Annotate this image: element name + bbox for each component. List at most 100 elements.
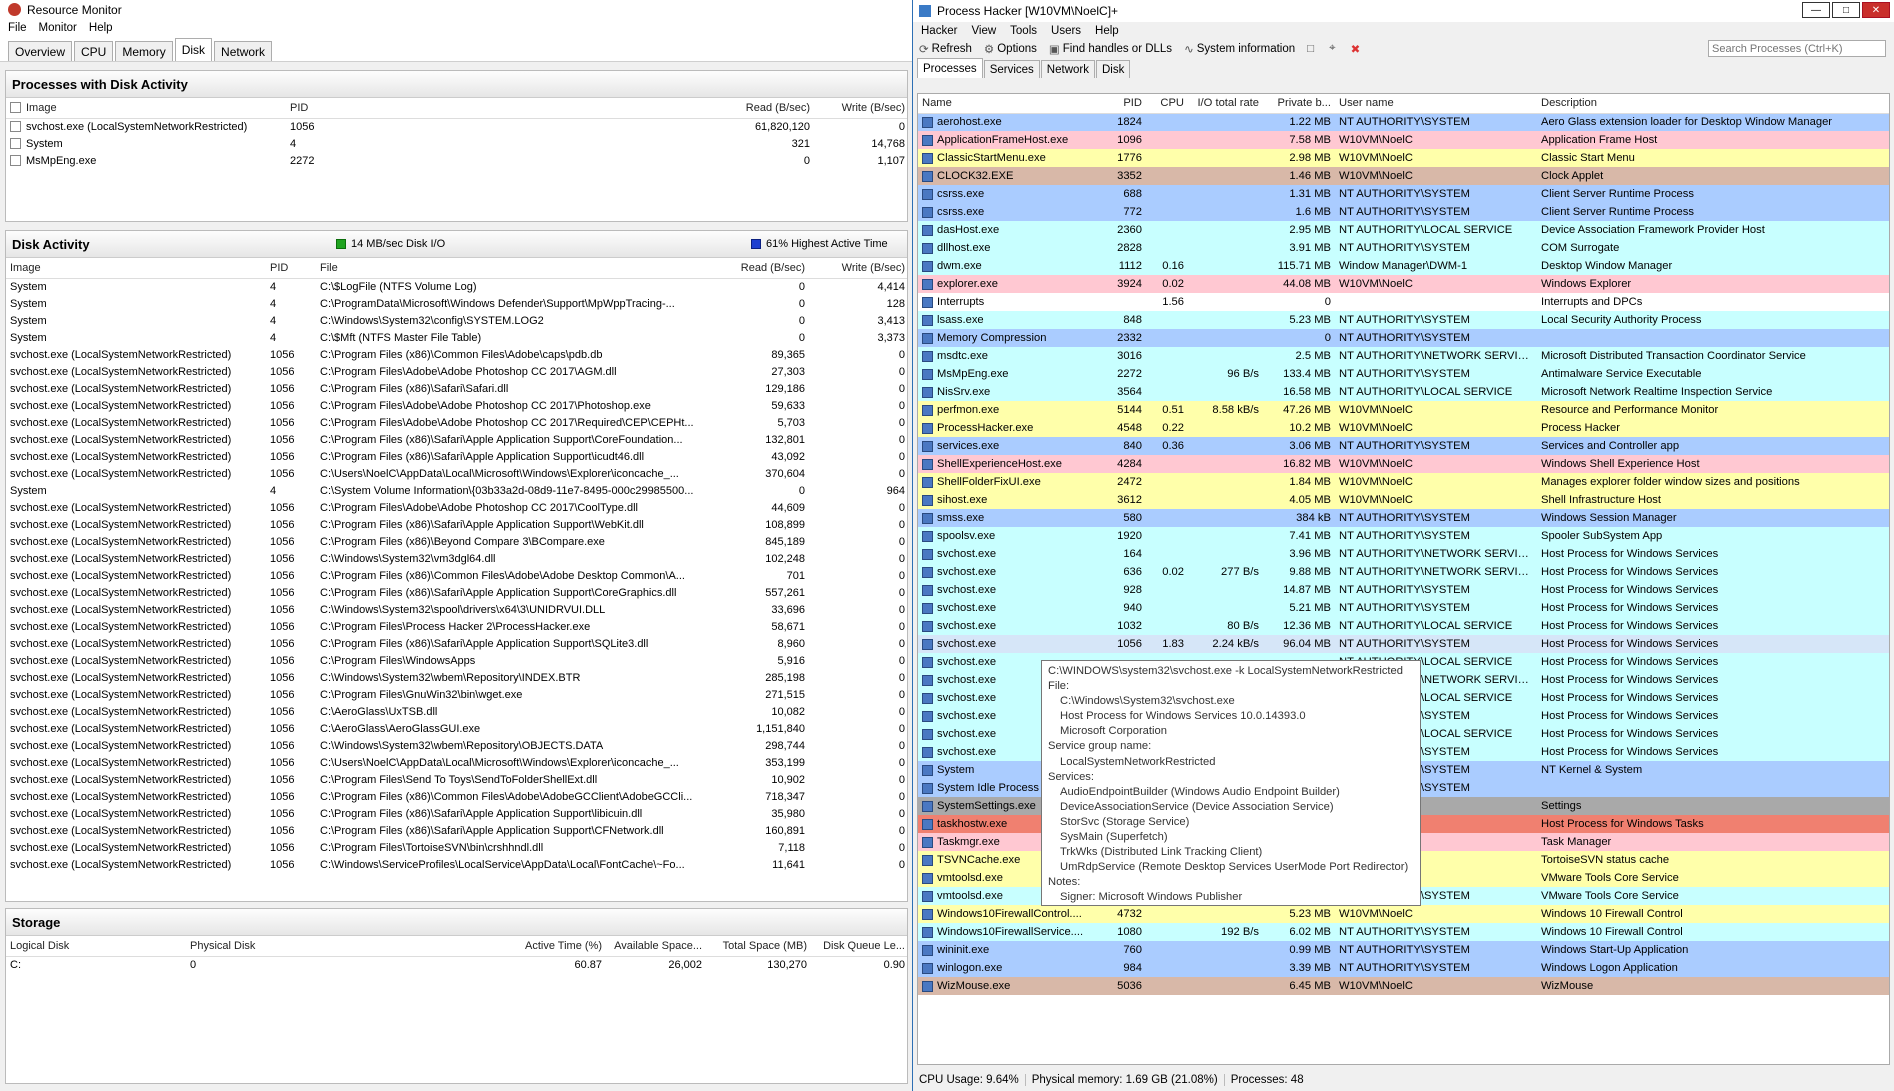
col-user-name[interactable]: User name bbox=[1335, 94, 1537, 114]
tab-overview[interactable]: Overview bbox=[8, 41, 73, 61]
process-row[interactable]: NisSrv.exe 3564 16.58 MB NT AUTHORITY\LOCAL… bbox=[918, 383, 1889, 401]
menu-tools[interactable]: Tools bbox=[1010, 25, 1037, 37]
process-row[interactable]: Windows10FirewallControl.... 4732 5.23 MB W… bbox=[918, 905, 1889, 923]
process-row[interactable]: MsMpEng.exe 2272 96 B/s 133.4 MB NT AUTHORIT… bbox=[918, 365, 1889, 383]
process-row[interactable]: sihost.exe 3612 4.05 MB W10VM\NoelC Shell In… bbox=[918, 491, 1889, 509]
col-private-bytes[interactable]: Private b... bbox=[1263, 94, 1335, 114]
close-button[interactable]: ✕ bbox=[1862, 2, 1890, 18]
process-row[interactable]: services.exe 840 0.36 3.06 MB NT AUTHORITY\S… bbox=[918, 437, 1889, 455]
table-row[interactable]: svchost.exe (LocalSystemNetworkRestricte… bbox=[6, 652, 907, 669]
find-handles-button[interactable]: ▣ Find handles or DLLs bbox=[1049, 42, 1172, 56]
col-active-time[interactable]: Active Time (%) bbox=[506, 936, 606, 957]
disk-panel-header[interactable]: Disk Activity 14 MB/sec Disk I/O 61% Hig… bbox=[6, 231, 907, 258]
col-write[interactable]: Write (B/sec) bbox=[809, 258, 907, 279]
menu-hacker[interactable]: Hacker bbox=[921, 25, 957, 37]
process-row[interactable]: CLOCK32.EXE 3352 1.46 MB W10VM\NoelC Clock A… bbox=[918, 167, 1889, 185]
table-row[interactable]: svchost.exe (LocalSystemNetworkRestricte… bbox=[6, 686, 907, 703]
table-row[interactable]: svchost.exe (LocalSystemNetworkRestricte… bbox=[6, 363, 907, 380]
table-row[interactable]: svchost.exe (LocalSystemNetworkRestricte… bbox=[6, 635, 907, 652]
table-row[interactable]: svchost.exe (LocalSystemNetworkRestricte… bbox=[6, 431, 907, 448]
process-row[interactable]: WizMouse.exe 5036 6.45 MB W10VM\NoelC WizMou… bbox=[918, 977, 1889, 995]
tab-services[interactable]: Services bbox=[983, 60, 1040, 78]
refresh-button[interactable]: ⟳ Refresh bbox=[919, 42, 972, 56]
table-row[interactable]: svchost.exe (LocalSystemNetworkRestricte… bbox=[6, 465, 907, 482]
table-row[interactable]: svchost.exe (LocalSystemNetworkRestricte… bbox=[6, 737, 907, 754]
storage-panel-header[interactable]: Storage bbox=[6, 909, 907, 936]
process-row[interactable]: svchost.exe 940 5.21 MB NT AUTHORITY\SYSTEM… bbox=[918, 599, 1889, 617]
col-io-rate[interactable]: I/O total rate bbox=[1188, 94, 1263, 114]
table-row[interactable]: svchost.exe (LocalSystemNetworkRestricte… bbox=[6, 839, 907, 856]
process-row[interactable]: ShellExperienceHost.exe 4284 16.82 MB W10VM… bbox=[918, 455, 1889, 473]
col-logical-disk[interactable]: Logical Disk bbox=[6, 936, 186, 957]
process-row[interactable]: Interrupts 1.56 0 Interrupts and DPCs bbox=[918, 293, 1889, 311]
col-available-space[interactable]: Available Space... bbox=[606, 936, 706, 957]
table-row[interactable]: svchost.exe (LocalSystemNetworkRestricte… bbox=[6, 771, 907, 788]
col-physical-disk[interactable]: Physical Disk bbox=[186, 936, 506, 957]
process-row[interactable]: smss.exe 580 384 kB NT AUTHORITY\SYSTEM Wind… bbox=[918, 509, 1889, 527]
options-button[interactable]: ⚙ Options bbox=[984, 42, 1037, 56]
table-row[interactable]: svchost.exe (LocalSystemNetworkRestricte… bbox=[6, 550, 907, 567]
process-row[interactable]: perfmon.exe 5144 0.51 8.58 kB/s 47.26 MB W10V… bbox=[918, 401, 1889, 419]
minimize-button[interactable]: — bbox=[1802, 2, 1830, 18]
col-description[interactable]: Description bbox=[1537, 94, 1889, 114]
maximize-button[interactable]: □ bbox=[1832, 2, 1860, 18]
process-row[interactable]: ApplicationFrameHost.exe 1096 7.58 MB W10VM… bbox=[918, 131, 1889, 149]
menu-view[interactable]: View bbox=[971, 25, 996, 37]
process-row[interactable]: ShellFolderFixUI.exe 2472 1.84 MB W10VM\Noe… bbox=[918, 473, 1889, 491]
menu-users[interactable]: Users bbox=[1051, 25, 1081, 37]
table-row[interactable]: System 4 C:\System Volume Information\{03b… bbox=[6, 482, 907, 499]
tab-disk[interactable]: Disk bbox=[174, 38, 213, 61]
col-read[interactable]: Read (B/sec) bbox=[709, 258, 809, 279]
select-all-checkbox[interactable] bbox=[10, 102, 21, 114]
table-row[interactable]: svchost.exe (LocalSystemNetworkRestricte… bbox=[6, 533, 907, 550]
tab-network[interactable]: Network bbox=[1040, 60, 1095, 78]
window-button[interactable]: □ bbox=[1307, 43, 1317, 55]
col-image[interactable]: Image bbox=[6, 258, 266, 279]
table-row[interactable]: System 4 321 14,768 bbox=[6, 135, 907, 152]
find-window-button[interactable]: ⌖ bbox=[1329, 42, 1338, 55]
table-row[interactable]: svchost.exe (LocalSystemNetworkRestricte… bbox=[6, 703, 907, 720]
process-row[interactable]: dasHost.exe 2360 2.95 MB NT AUTHORITY\LOCAL… bbox=[918, 221, 1889, 239]
process-row[interactable]: aerohost.exe 1824 1.22 MB NT AUTHORITY\SYST… bbox=[918, 113, 1889, 131]
process-row[interactable]: Memory Compression 2332 0 NT AUTHORITY\SYST… bbox=[918, 329, 1889, 347]
process-row[interactable]: winlogon.exe 984 3.39 MB NT AUTHORITY\SYSTE… bbox=[918, 959, 1889, 977]
process-row[interactable]: svchost.exe 928 14.87 MB NT AUTHORITY\SYSTE… bbox=[918, 581, 1889, 599]
table-row[interactable]: svchost.exe (LocalSystemNetworkRestricte… bbox=[6, 601, 907, 618]
table-row[interactable]: svchost.exe (LocalSystemNetworkRestricte… bbox=[6, 822, 907, 839]
menu-monitor[interactable]: Monitor bbox=[39, 22, 77, 34]
col-image[interactable]: Image bbox=[6, 98, 286, 119]
table-row[interactable]: svchost.exe (LocalSystemNetworkRestricte… bbox=[6, 805, 907, 822]
col-file[interactable]: File bbox=[316, 258, 709, 279]
process-row[interactable]: lsass.exe 848 5.23 MB NT AUTHORITY\SYSTEM Lo… bbox=[918, 311, 1889, 329]
process-row[interactable]: msdtc.exe 3016 2.5 MB NT AUTHORITY\NETWORK … bbox=[918, 347, 1889, 365]
col-write[interactable]: Write (B/sec) bbox=[814, 98, 907, 119]
col-pid[interactable]: PID bbox=[1098, 94, 1146, 114]
table-row[interactable]: svchost.exe (LocalSystemNetworkRestricte… bbox=[6, 346, 907, 363]
table-row[interactable]: svchost.exe (LocalSystemNetworkRestricte… bbox=[6, 856, 907, 873]
row-checkbox[interactable] bbox=[10, 121, 21, 133]
process-row[interactable]: ProcessHacker.exe 4548 0.22 10.2 MB W10VM\No… bbox=[918, 419, 1889, 437]
search-input[interactable] bbox=[1708, 40, 1886, 57]
row-checkbox[interactable] bbox=[10, 138, 21, 150]
process-row[interactable]: Windows10FirewallService.... 1080 192 B/s 6… bbox=[918, 923, 1889, 941]
table-row[interactable]: svchost.exe (LocalSystemNetworkRestricte… bbox=[6, 516, 907, 533]
table-row[interactable]: MsMpEng.exe 2272 0 1,107 bbox=[6, 152, 907, 169]
process-row[interactable]: spoolsv.exe 1920 7.41 MB NT AUTHORITY\SYSTE… bbox=[918, 527, 1889, 545]
col-pid[interactable]: PID bbox=[266, 258, 316, 279]
row-checkbox[interactable] bbox=[10, 155, 21, 167]
process-row[interactable]: dllhost.exe 2828 3.91 MB NT AUTHORITY\SYSTE… bbox=[918, 239, 1889, 257]
table-row[interactable]: svchost.exe (LocalSystemNetworkRestricte… bbox=[6, 720, 907, 737]
col-cpu[interactable]: CPU bbox=[1146, 94, 1188, 114]
tab-network[interactable]: Network bbox=[214, 41, 273, 61]
process-row[interactable]: csrss.exe 688 1.31 MB NT AUTHORITY\SYSTEM Cl… bbox=[918, 185, 1889, 203]
process-row[interactable]: csrss.exe 772 1.6 MB NT AUTHORITY\SYSTEM Cli… bbox=[918, 203, 1889, 221]
table-row[interactable]: svchost.exe (LocalSystemNetworkRestricte… bbox=[6, 380, 907, 397]
table-row[interactable]: svchost.exe (LocalSystemNetworkRestricte… bbox=[6, 118, 907, 135]
table-row[interactable]: svchost.exe (LocalSystemNetworkRestricte… bbox=[6, 448, 907, 465]
tab-processes[interactable]: Processes bbox=[917, 58, 983, 78]
process-row[interactable]: svchost.exe 164 3.96 MB NT AUTHORITY\NETWOR… bbox=[918, 545, 1889, 563]
menu-file[interactable]: File bbox=[8, 22, 27, 34]
tab-disk[interactable]: Disk bbox=[1095, 60, 1131, 78]
table-row[interactable]: svchost.exe (LocalSystemNetworkRestricte… bbox=[6, 397, 907, 414]
system-information-button[interactable]: ∿ System information bbox=[1184, 42, 1295, 56]
